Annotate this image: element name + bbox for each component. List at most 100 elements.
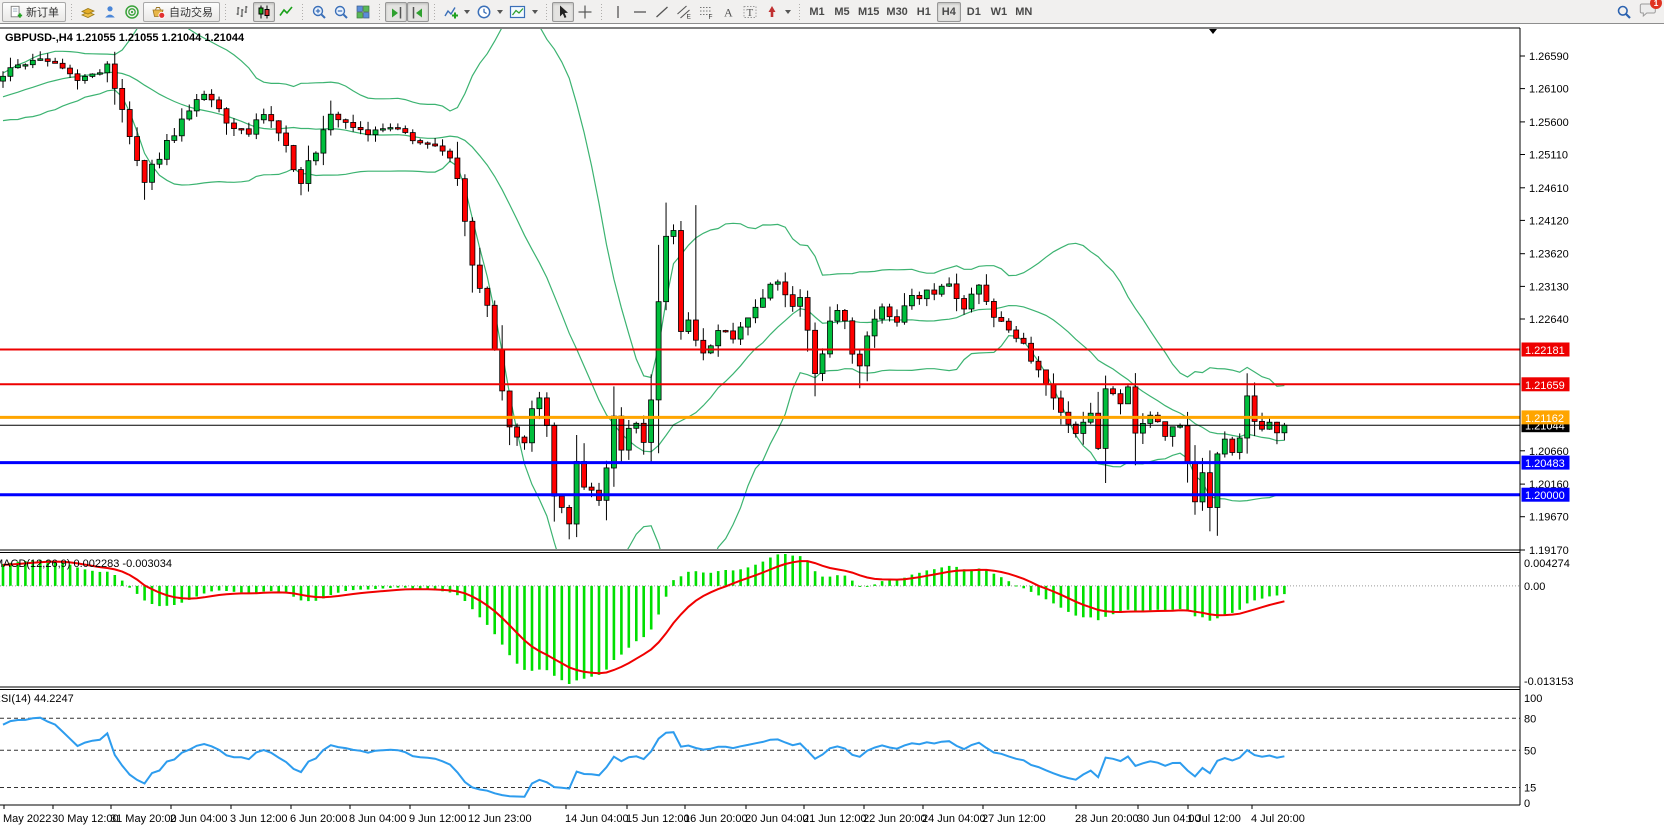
timeframe-d1-button[interactable]: D1 [962,2,986,22]
dropdown-caret-icon [464,10,470,14]
time-axis-label: 1 Jul 12:00 [1187,813,1241,825]
search-icon [1616,4,1632,20]
toolbar-separator [223,3,228,21]
zoom-in-button[interactable] [308,2,330,22]
timeframe-h4-button[interactable]: H4 [937,2,961,22]
line-chart-button[interactable] [275,2,297,22]
macd-axis-label: -0.013153 [1524,676,1574,688]
horizontal-line-button[interactable] [629,2,651,22]
auto-trading-button[interactable]: 自动交易 [143,2,220,22]
timeframe-m15-button[interactable]: M15 [855,2,882,22]
rsi-axis-label: 100 [1524,693,1542,705]
bar-chart-button[interactable] [231,2,253,22]
trendline-button[interactable] [651,2,673,22]
svg-text:E: E [687,13,692,20]
time-axis-label: 21 Jun 12:00 [803,813,867,825]
zoom-out-button[interactable] [330,2,352,22]
new-order-label: 新订单 [26,4,59,20]
fibonacci-button[interactable]: F [695,2,717,22]
crosshair-icon [577,4,593,20]
timeframe-mn-button[interactable]: MN [1012,2,1036,22]
price-tick-label: 1.19170 [1529,545,1569,557]
templates-icon [509,4,527,20]
price-level-chip-label: 1.20000 [1525,490,1565,502]
auto-trading-label: 自动交易 [169,4,213,20]
macd-axis-label: 0.00 [1524,581,1545,593]
crosshair-button[interactable] [574,2,596,22]
periods-button[interactable] [473,2,506,22]
price-level-chip-label: 1.22181 [1525,345,1565,357]
time-axis-label: 24 Jun 04:00 [922,813,986,825]
candlestick-chart-button[interactable] [253,2,275,22]
cursor-button[interactable] [552,2,574,22]
zoom-out-icon [333,4,349,20]
rsi-label: RSI(14) 44.2247 [0,693,74,705]
text-button[interactable]: A [717,2,739,22]
toolbar-separator [797,3,802,21]
time-axis-label: 2 Jun 04:00 [170,813,228,825]
time-axis-label: 4 Jul 20:00 [1251,813,1305,825]
signals-icon [124,4,140,20]
timeframe-group: M1M5M15M30H1H4D1W1MN [805,2,1036,22]
search-button[interactable] [1613,2,1635,22]
chart-canvas[interactable]: GBPUSD-,H4 1.21055 1.21055 1.21044 1.210… [0,0,1664,832]
quotes-icon [80,4,96,20]
vertical-line-icon [610,4,626,20]
rsi-line [3,718,1284,797]
macd-label: MACD(12,26,9) 0.002283 -0.003034 [0,558,172,570]
signals-button[interactable] [121,2,143,22]
vertical-line-button[interactable] [607,2,629,22]
timeframe-w1-button[interactable]: W1 [987,2,1011,22]
chart-shift-icon [410,4,426,20]
svg-text:T: T [747,7,754,19]
timeframe-m30-button[interactable]: M30 [883,2,910,22]
time-axis-label: 31 May 20:00 [110,813,177,825]
macd-histogram [2,554,1286,684]
time-axis-label: 16 Jun 20:00 [684,813,748,825]
toolbar-separator [69,3,74,21]
toolbar: 新订单 自动交易 [0,0,1664,24]
time-axis-label: May 2022 [3,813,51,825]
templates-button[interactable] [506,2,541,22]
toolbar-separator [599,3,604,21]
arrows-button[interactable] [761,2,794,22]
cursor-icon [555,4,571,20]
time-axis-label: 12 Jun 23:00 [468,813,532,825]
rsi-panel [0,718,1520,797]
indicators-icon [443,4,459,20]
periods-clock-icon [476,4,492,20]
timeframe-m1-button[interactable]: M1 [805,2,829,22]
bar-chart-icon [234,4,250,20]
price-level-chip-label: 1.21162 [1525,413,1564,425]
auto-scroll-button[interactable] [385,2,407,22]
notifications-button[interactable]: 1 [1639,1,1656,22]
rsi-axis-label: 80 [1524,713,1536,725]
time-axis-label: 15 Jun 12:00 [626,813,690,825]
zoom-in-icon [311,4,327,20]
toolbar-separator [300,3,305,21]
toolbar-separator [432,3,437,21]
equidistant-channel-button[interactable]: E [673,2,695,22]
indicators-button[interactable] [440,2,473,22]
quotes-button[interactable] [77,2,99,22]
price-tick-label: 1.19670 [1529,512,1569,524]
dropdown-caret-icon [532,10,538,14]
navigator-button[interactable] [99,2,121,22]
arrows-icon [764,4,780,20]
timeframe-m5-button[interactable]: M5 [830,2,854,22]
price-tick-label: 1.26590 [1529,51,1569,63]
new-order-button[interactable]: 新订单 [2,2,66,22]
rsi-axis-label: 50 [1524,745,1536,757]
text-label-button[interactable]: T [739,2,761,22]
auto-trading-icon [150,4,166,20]
chart-shift-button[interactable] [407,2,429,22]
trendline-icon [654,4,670,20]
tile-windows-button[interactable] [352,2,374,22]
time-axis-label: 27 Jun 12:00 [982,813,1046,825]
price-tick-label: 1.26100 [1529,84,1569,96]
price-tick-label: 1.23130 [1529,281,1569,293]
price-tick-label: 1.24610 [1529,183,1569,195]
timeframe-h1-button[interactable]: H1 [912,2,936,22]
chart-title: GBPUSD-,H4 1.21055 1.21055 1.21044 1.210… [5,32,245,44]
bollinger-bands [3,7,1284,601]
